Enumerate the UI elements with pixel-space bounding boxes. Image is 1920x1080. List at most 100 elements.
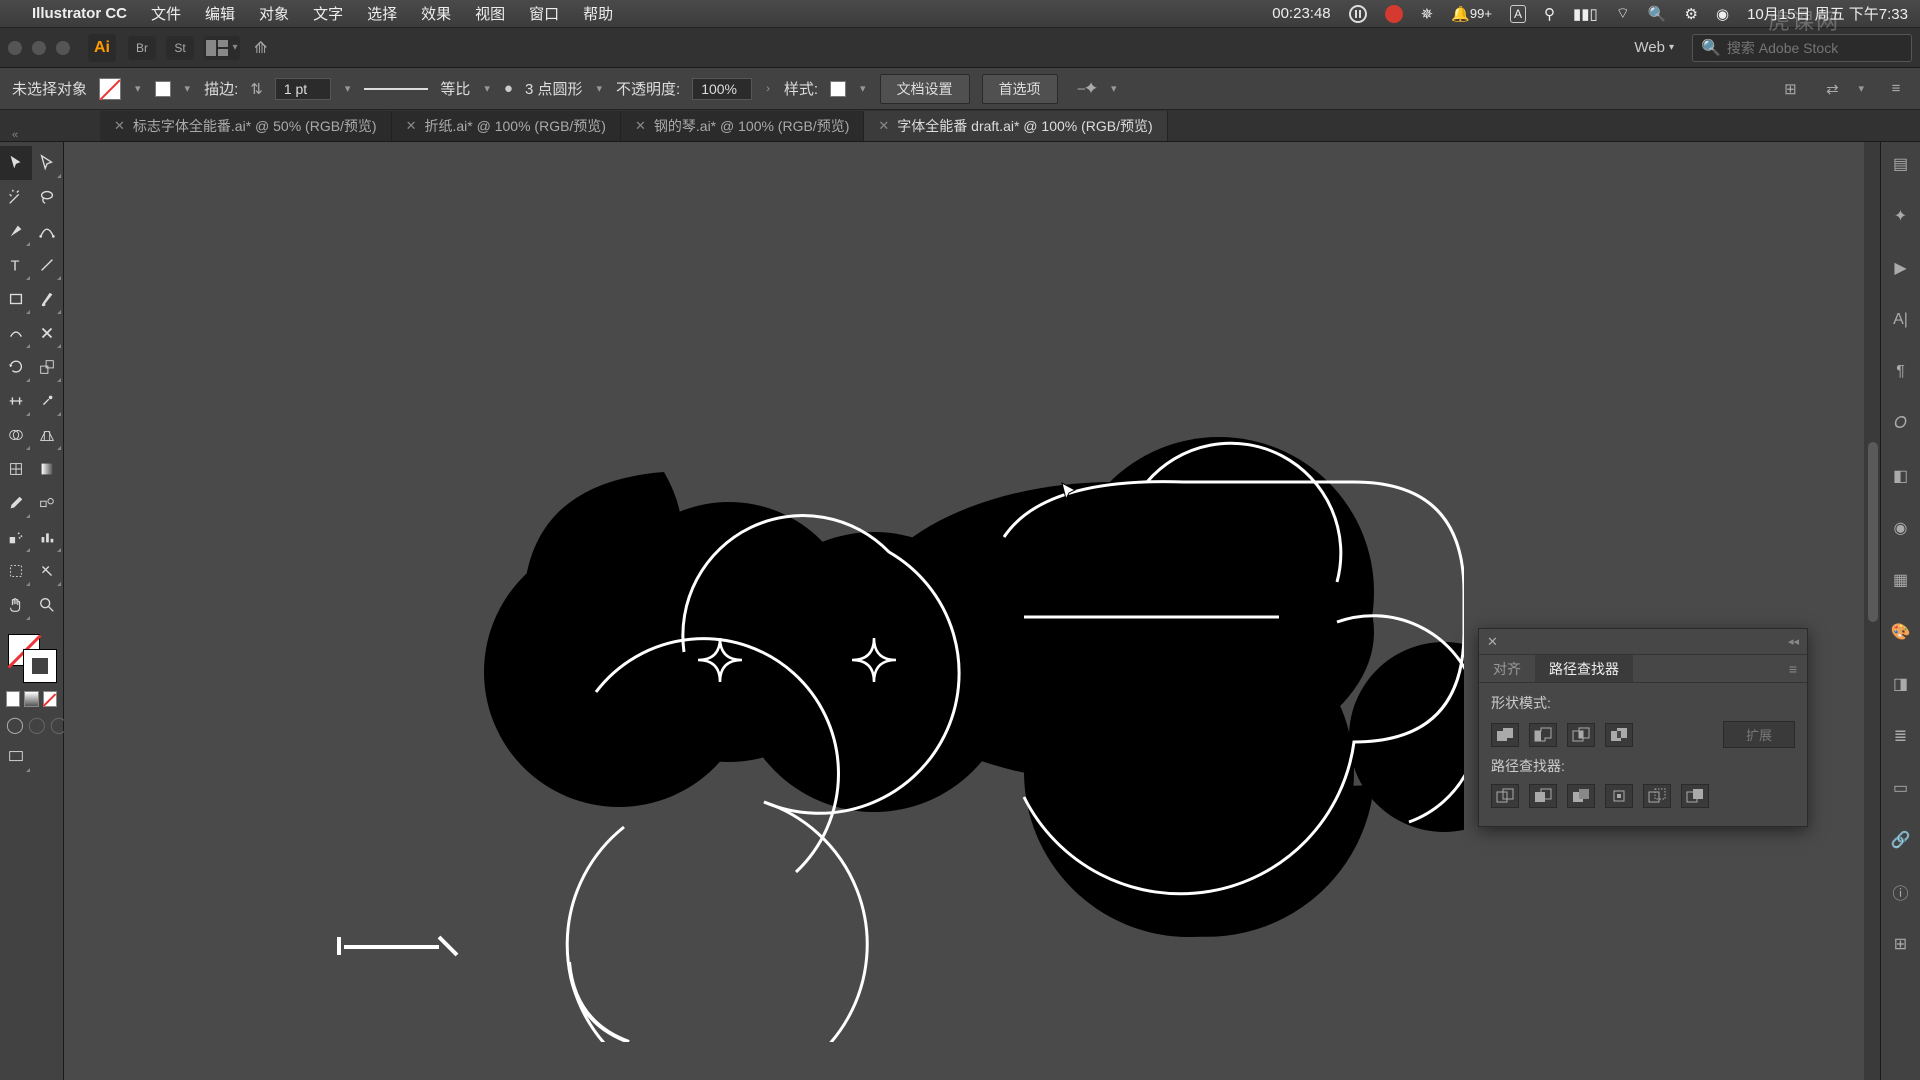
character-panel-icon[interactable]: A| (1887, 306, 1915, 334)
opacity-field[interactable]: 100% (692, 78, 752, 100)
symbol-sprayer-tool[interactable] (0, 520, 32, 554)
opentype-panel-icon[interactable]: 𝑂 (1887, 410, 1915, 438)
panel-menu-icon[interactable]: ≡ (1884, 77, 1908, 101)
chevron-down-icon[interactable]: ▾ (1111, 82, 1117, 95)
graphic-style-swatch[interactable] (830, 81, 846, 97)
record-icon[interactable] (1385, 5, 1403, 23)
close-icon[interactable]: ✕ (878, 118, 889, 134)
blend-tool[interactable] (32, 486, 64, 520)
tab-2[interactable]: ✕钢的琴.ai* @ 100% (RGB/预览) (621, 111, 864, 141)
line-tool[interactable] (32, 248, 64, 282)
stock-search-input[interactable] (1727, 40, 1903, 56)
gradient-mode-icon[interactable] (24, 691, 38, 707)
chevron-down-icon[interactable]: ▾ (345, 82, 351, 95)
align-panel-icon[interactable]: ⊞ (1887, 930, 1915, 958)
arrange-docs-button[interactable]: ▾ (204, 36, 240, 60)
gradient-tool[interactable] (32, 452, 64, 486)
chevron-down-icon[interactable]: ▾ (860, 82, 866, 95)
draw-behind-icon[interactable]: ◯ (28, 715, 46, 735)
layers-panel-icon[interactable]: ≣ (1887, 722, 1915, 750)
align-to-icon[interactable]: ⎯✦ (1078, 80, 1097, 97)
curvature-tool[interactable] (32, 214, 64, 248)
minus-front-button[interactable] (1529, 723, 1557, 747)
stroke-stepper[interactable]: ⇅ (250, 80, 263, 98)
artboard-tool[interactable] (0, 554, 32, 588)
notifications-icon[interactable]: 🔔99+ (1451, 5, 1492, 23)
links-panel-icon[interactable]: 🔗 (1887, 826, 1915, 854)
color-panel-icon[interactable]: 🎨 (1887, 618, 1915, 646)
paragraph-panel-icon[interactable]: ¶ (1887, 358, 1915, 386)
crop-button[interactable] (1605, 784, 1633, 808)
paintbrush-tool[interactable] (32, 282, 64, 316)
workspace-switcher[interactable]: Web▾ (1624, 35, 1684, 60)
chevron-down-icon[interactable]: ▾ (484, 82, 490, 95)
appearance-panel-icon[interactable]: ◉ (1887, 514, 1915, 542)
rotate-tool[interactable] (0, 350, 32, 384)
column-graph-tool[interactable] (32, 520, 64, 554)
pathfinder-panel[interactable]: ✕ ◂◂ 对齐 路径查找器 ≡ 形状模式: 扩展 路径查找器: (1478, 628, 1808, 827)
eraser-tool[interactable] (32, 316, 64, 350)
bluetooth-icon[interactable]: ⚲ (1544, 5, 1555, 23)
menu-object[interactable]: 对象 (259, 3, 289, 24)
bridge-button[interactable]: Br (128, 36, 156, 60)
close-icon[interactable]: ✕ (114, 118, 125, 134)
preferences-button[interactable]: 首选项 (982, 74, 1058, 104)
scale-tool[interactable] (32, 350, 64, 384)
screen-mode-tool[interactable] (0, 740, 32, 774)
pen-tool[interactable] (0, 214, 32, 248)
siri-icon[interactable]: ◉ (1716, 5, 1729, 23)
collapse-icon[interactable]: ◂◂ (1788, 635, 1799, 648)
scrollbar-thumb[interactable] (1868, 442, 1878, 622)
merge-button[interactable] (1567, 784, 1595, 808)
control-center-icon[interactable]: ⚙ (1685, 5, 1698, 23)
artboards-panel-icon[interactable]: ▭ (1887, 774, 1915, 802)
width-tool[interactable] (0, 384, 32, 418)
none-mode-icon[interactable] (43, 691, 57, 707)
menu-edit[interactable]: 编辑 (205, 3, 235, 24)
shaper-tool[interactable] (0, 316, 32, 350)
tab-1[interactable]: ✕折纸.ai* @ 100% (RGB/预览) (392, 111, 621, 141)
swatches-panel-icon[interactable]: ▦ (1887, 566, 1915, 594)
libraries-panel-icon[interactable]: ✦ (1887, 202, 1915, 230)
selection-tool[interactable] (0, 146, 32, 180)
zoom-tool[interactable] (32, 588, 64, 622)
wechat-icon[interactable]: ✵ (1421, 5, 1434, 23)
spotlight-icon[interactable]: 🔍 (1648, 5, 1667, 23)
unite-button[interactable] (1491, 723, 1519, 747)
perspective-grid-tool[interactable] (32, 418, 64, 452)
pause-icon[interactable] (1349, 5, 1367, 23)
chevron-right-icon[interactable]: › (766, 83, 770, 95)
properties-panel-icon[interactable]: ▤ (1887, 150, 1915, 178)
minus-back-button[interactable] (1681, 784, 1709, 808)
gradient-panel-icon[interactable]: ◨ (1887, 670, 1915, 698)
close-icon[interactable]: ✕ (1487, 634, 1498, 650)
menu-help[interactable]: 帮助 (583, 3, 613, 24)
transform-panel-icon[interactable]: ⊞ (1778, 77, 1802, 101)
chevron-down-icon[interactable]: ▾ (135, 82, 141, 95)
stock-button[interactable]: St (166, 36, 194, 60)
tab-pathfinder[interactable]: 路径查找器 (1535, 655, 1633, 682)
canvas[interactable] (64, 142, 1880, 1080)
brush-profile-icon[interactable]: ● (504, 80, 513, 97)
info-panel-icon[interactable]: ⓘ (1887, 878, 1915, 906)
expand-button[interactable]: 扩展 (1723, 721, 1795, 748)
chevron-down-icon[interactable]: ▾ (185, 82, 191, 95)
menu-window[interactable]: 窗口 (529, 3, 559, 24)
input-method-icon[interactable]: A (1510, 5, 1526, 23)
chevron-down-icon[interactable]: ▾ (596, 82, 602, 95)
stroke-swatch[interactable] (155, 81, 171, 97)
close-icon[interactable]: ✕ (635, 118, 646, 134)
battery-icon[interactable]: ▮▮▯ (1573, 5, 1598, 23)
stroke-type[interactable] (364, 79, 428, 99)
fill-stroke-control[interactable] (0, 630, 63, 684)
eyedropper-tool[interactable] (0, 486, 32, 520)
menu-type[interactable]: 文字 (313, 3, 343, 24)
panel-menu-icon[interactable]: ≡ (1779, 655, 1807, 682)
direct-selection-tool[interactable] (32, 146, 64, 180)
tab-0[interactable]: ✕标志字体全能番.ai* @ 50% (RGB/预览) (100, 111, 392, 141)
menu-view[interactable]: 视图 (475, 3, 505, 24)
wifi-icon[interactable]: ⌔ (1616, 4, 1630, 23)
tab-3[interactable]: ✕字体全能番 draft.ai* @ 100% (RGB/预览) (864, 111, 1167, 141)
intersect-button[interactable] (1567, 723, 1595, 747)
window-controls[interactable] (8, 41, 70, 55)
